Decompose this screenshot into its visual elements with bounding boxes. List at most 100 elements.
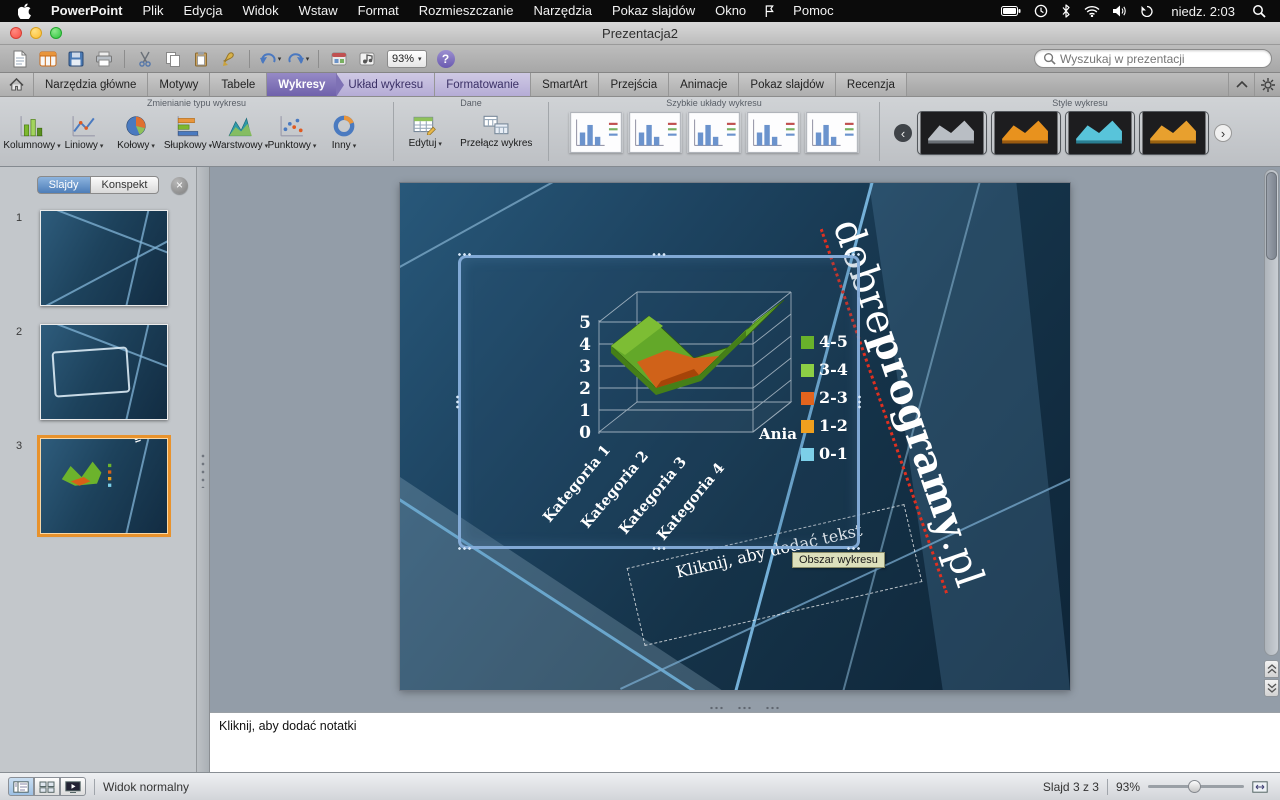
tab-pokaz-slajdow[interactable]: Pokaz slajdów <box>739 73 836 96</box>
sync-icon[interactable] <box>1140 5 1154 17</box>
menu-okno[interactable]: Okno <box>705 0 756 22</box>
chart-type-liniowy-button[interactable]: Liniowy▾ <box>58 112 110 151</box>
menu-pomoc[interactable]: Pomoc <box>783 0 843 22</box>
quick-layout-4[interactable] <box>746 112 800 153</box>
paste-button[interactable] <box>189 48 213 70</box>
cut-button[interactable] <box>133 48 157 70</box>
notes-pane[interactable]: Kliknij, aby dodać notatki <box>210 712 1280 772</box>
tab-animacje[interactable]: Animacje <box>669 73 739 96</box>
selection-handle[interactable] <box>455 395 461 410</box>
media-browser-button[interactable] <box>355 48 379 70</box>
tab-tabele[interactable]: Tabele <box>210 73 267 96</box>
slideshow-view-button[interactable] <box>60 777 86 796</box>
toolbox-button[interactable] <box>327 48 351 70</box>
undo-button[interactable]: ▾ <box>258 48 282 70</box>
close-panel-button[interactable]: × <box>171 177 188 194</box>
print-button[interactable] <box>92 48 116 70</box>
selection-handle[interactable] <box>857 395 863 410</box>
menu-app-name[interactable]: PowerPoint <box>41 0 133 22</box>
script-menu-icon[interactable] <box>756 5 783 18</box>
styles-scroll-left-button[interactable]: ‹ <box>894 124 912 142</box>
edit-data-button[interactable]: Edytuj▾ <box>400 112 451 149</box>
bluetooth-icon[interactable] <box>1061 4 1071 18</box>
switch-chart-button[interactable]: Przełącz wykres <box>451 112 542 149</box>
zoom-slider[interactable] <box>1148 785 1244 788</box>
copy-button[interactable] <box>161 48 185 70</box>
zoom-slider-thumb[interactable] <box>1188 780 1201 793</box>
slide-thumbnail-3[interactable]: dobreprogramy.pl <box>40 438 168 534</box>
tab-motywy[interactable]: Motywy <box>148 73 210 96</box>
scrollbar-thumb[interactable] <box>1266 172 1277 260</box>
menu-wstaw[interactable]: Wstaw <box>289 0 348 22</box>
new-presentation-button[interactable] <box>8 48 32 70</box>
chart-object-frame[interactable]: 5 4 3 2 1 0 Kategoria 1 Kategoria 2 Kate… <box>458 255 860 549</box>
chart-type-kolowy-button[interactable]: Kołowy▾ <box>110 112 162 151</box>
tab-formatowanie[interactable]: Formatowanie <box>435 73 531 96</box>
selection-handle[interactable] <box>652 546 667 552</box>
vertical-scrollbar[interactable] <box>1264 169 1279 656</box>
selection-handle[interactable] <box>652 252 667 258</box>
chart-type-slupkowy-button[interactable]: Słupkowy▾ <box>162 112 214 151</box>
surface-chart[interactable]: 5 4 3 2 1 0 Kategoria 1 Kategoria 2 Kate… <box>461 258 857 544</box>
chart-type-warstwowy-button[interactable]: Warstwowy▾ <box>214 112 266 151</box>
previous-slide-button[interactable] <box>1264 660 1279 678</box>
chart-style-4[interactable] <box>1140 112 1208 154</box>
tab-uklad-wykresu[interactable]: Układ wykresu <box>337 73 435 96</box>
menu-rozmieszczanie[interactable]: Rozmieszczanie <box>409 0 524 22</box>
zoom-select[interactable]: 93% ▾ <box>387 50 427 68</box>
slide-sorter-view-button[interactable] <box>34 777 60 796</box>
search-box[interactable] <box>1034 49 1272 68</box>
notes-placeholder[interactable]: Kliknij, aby dodać notatki <box>219 719 1271 733</box>
slide-thumbnail-1[interactable] <box>40 210 168 306</box>
normal-view-button[interactable] <box>8 777 34 796</box>
ribbon-home-tab[interactable] <box>0 73 34 96</box>
chart-type-kolumnowy-button[interactable]: Kolumnowy▾ <box>6 112 58 151</box>
next-slide-button[interactable] <box>1264 679 1279 697</box>
chart-type-inny-button[interactable]: Inny▾ <box>318 112 370 151</box>
volume-icon[interactable] <box>1113 5 1127 17</box>
tab-smartart[interactable]: SmartArt <box>531 73 599 96</box>
tab-recenzja[interactable]: Recenzja <box>836 73 907 96</box>
chart-legend[interactable]: 4-5 3-4 2-3 1-2 0-1 <box>801 332 848 463</box>
slide[interactable]: dobreprogramy.pl <box>400 183 1070 690</box>
tab-narzedzia-glowne[interactable]: Narzędzia główne <box>34 73 148 96</box>
menu-pokaz-slajdow[interactable]: Pokaz slajdów <box>602 0 705 22</box>
selection-handle[interactable] <box>457 546 472 552</box>
chart-style-1[interactable] <box>918 112 986 154</box>
tab-slajdy[interactable]: Slajdy <box>37 176 90 194</box>
tab-przejscia[interactable]: Przejścia <box>599 73 669 96</box>
chart-style-2[interactable] <box>992 112 1060 154</box>
save-button[interactable] <box>64 48 88 70</box>
menu-plik[interactable]: Plik <box>133 0 174 22</box>
notes-splitter[interactable] <box>210 702 1280 712</box>
tab-konspekt[interactable]: Konspekt <box>90 176 160 194</box>
quick-layout-3[interactable] <box>687 112 741 153</box>
wifi-icon[interactable] <box>1084 5 1100 17</box>
selection-handle[interactable] <box>846 252 861 258</box>
chart-type-punktowy-button[interactable]: Punktowy▾ <box>266 112 318 151</box>
menu-format[interactable]: Format <box>348 0 409 22</box>
tab-wykresy[interactable]: Wykresy <box>267 73 337 96</box>
help-button[interactable]: ? <box>437 50 455 68</box>
open-button[interactable] <box>36 48 60 70</box>
time-machine-icon[interactable] <box>1034 4 1048 18</box>
menu-edycja[interactable]: Edycja <box>173 0 232 22</box>
apple-menu[interactable] <box>8 3 41 19</box>
menu-narzedzia[interactable]: Narzędzia <box>523 0 602 22</box>
window-title-bar[interactable]: Prezentacja2 <box>0 22 1280 45</box>
redo-button[interactable]: ▾ <box>286 48 310 70</box>
ribbon-settings-button[interactable] <box>1254 73 1280 96</box>
panel-splitter[interactable] <box>196 167 210 772</box>
search-input[interactable] <box>1060 52 1240 66</box>
quick-layout-5[interactable] <box>805 112 859 153</box>
quick-layout-1[interactable] <box>569 112 623 153</box>
fit-to-window-button[interactable] <box>1252 781 1268 793</box>
chart-style-3[interactable] <box>1066 112 1134 154</box>
menu-widok[interactable]: Widok <box>233 0 289 22</box>
selection-handle[interactable] <box>457 252 472 258</box>
menu-clock[interactable]: niedz. 2:03 <box>1167 4 1239 19</box>
styles-scroll-right-button[interactable]: › <box>1214 124 1232 142</box>
slide-thumbnail-2[interactable] <box>40 324 168 420</box>
battery-icon[interactable] <box>1001 6 1021 16</box>
collapse-ribbon-button[interactable] <box>1228 73 1254 96</box>
